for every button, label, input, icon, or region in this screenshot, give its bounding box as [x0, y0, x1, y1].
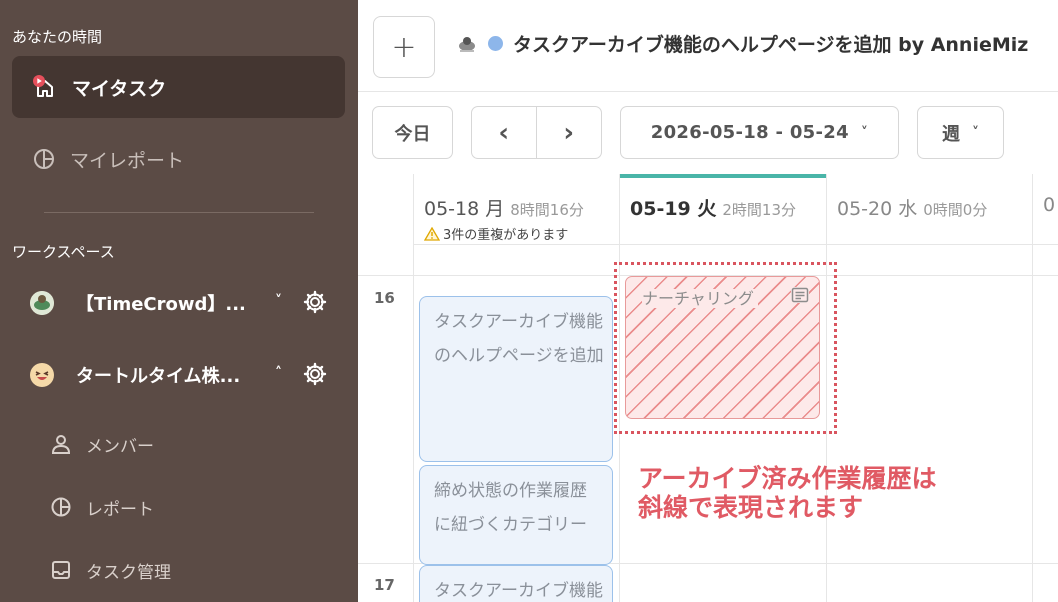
sidebar: あなたの時間 マイタスク マイレポート ワークスペース 【TimeCrowd】.…: [0, 0, 358, 602]
sidebar-item-label: マイタスク: [72, 77, 167, 100]
calendar-event[interactable]: タスクアーカイブ機能 のヘルプページを追加: [419, 296, 613, 462]
sidebar-item-my-tasks[interactable]: マイタスク: [12, 56, 345, 118]
category-dot: [488, 36, 503, 51]
workspace-turtletime[interactable]: タートルタイム株... ˄: [30, 355, 330, 395]
highlight-box: [614, 262, 837, 434]
section-workspace: ワークスペース: [12, 243, 115, 261]
day-header-mon[interactable]: 05-18 月 8時間16分 3件の重複があります: [413, 174, 619, 244]
chevron-down-icon: ˅: [972, 124, 979, 141]
section-your-time: あなたの時間: [12, 28, 103, 46]
task-title: タスクアーカイブ機能のヘルプページを追加 by AnnieMiz: [513, 34, 1029, 56]
sidebar-item-label: レポート: [86, 499, 154, 520]
workspace-name: タートルタイム株...: [76, 366, 241, 387]
day-date: 05-18 月: [424, 198, 505, 220]
view-value: 週: [942, 123, 960, 145]
event-title: タスクアーカイブ機能: [434, 581, 603, 601]
calendar-event[interactable]: タスクアーカイブ機能: [419, 565, 613, 602]
sidebar-item-task-management[interactable]: タスク管理: [50, 552, 171, 588]
add-task-button[interactable]: +: [373, 16, 435, 78]
week-nav: ‹ ›: [471, 106, 602, 159]
inbox-icon: [50, 559, 72, 581]
gear-icon[interactable]: [302, 361, 328, 387]
sidebar-item-label: メンバー: [86, 436, 154, 457]
gridline: [413, 244, 1058, 245]
view-select[interactable]: 週 ˅: [917, 106, 1004, 159]
running-task[interactable]: タスクアーカイブ機能のヘルプページを追加 by AnnieMiz: [456, 30, 1028, 57]
day-date: 05-19 火: [630, 198, 717, 220]
calendar-toolbar: 今日 ‹ › 2026-05-18 - 05-24 ˅ 週 ˅: [358, 92, 1058, 174]
week-calendar: 05-18 月 8時間16分 3件の重複があります 05-19 火 2時間13分 0…: [358, 174, 1058, 602]
annotation-text: アーカイブ済み作業履歴は 斜線で表現されます: [638, 464, 937, 522]
workspace-timecrowd[interactable]: 【TimeCrowd】... ˅: [30, 283, 330, 323]
sidebar-item-report[interactable]: レポート: [50, 489, 154, 525]
event-title: タスクアーカイブ機能: [434, 312, 603, 332]
day-date: 05-20 水: [837, 198, 918, 220]
chevron-down-icon[interactable]: ˅: [275, 293, 282, 309]
event-title: に紐づくカテゴリー: [434, 515, 587, 535]
day-header-thu[interactable]: 0: [1032, 174, 1058, 244]
day-header-wed[interactable]: 05-20 水 0時間0分: [826, 174, 1032, 244]
sidebar-item-members[interactable]: メンバー: [50, 426, 154, 462]
annotation-line: 斜線で表現されます: [638, 493, 864, 522]
hour-label: 17: [374, 576, 395, 594]
day-date: 0: [1043, 194, 1056, 216]
pie-chart-icon: [50, 496, 72, 518]
warning-text: 3件の重複があります: [443, 228, 569, 243]
chevron-up-icon[interactable]: ˄: [275, 365, 282, 381]
home-play-icon: [32, 74, 58, 100]
sidebar-item-my-report[interactable]: マイレポート: [12, 128, 345, 190]
laughing-face-icon: [30, 363, 54, 387]
calendar-event[interactable]: 締め状態の作業履歴 に紐づくカテゴリー: [419, 465, 613, 565]
main-panel: + タスクアーカイブ機能のヘルプページを追加 by AnnieMiz 今日 ‹ …: [358, 0, 1058, 602]
gear-icon[interactable]: [302, 289, 328, 315]
next-week-button[interactable]: ›: [537, 107, 602, 158]
turtle-logo-icon: [456, 33, 478, 55]
today-button[interactable]: 今日: [372, 106, 453, 159]
hour-label: 16: [374, 289, 395, 307]
pie-chart-icon: [32, 147, 56, 171]
day-header-tue[interactable]: 05-19 火 2時間13分: [619, 174, 826, 244]
day-duration: 8時間16分: [510, 201, 584, 219]
turtle-avatar-icon: [30, 291, 54, 315]
day-duration: 2時間13分: [722, 201, 797, 219]
chevron-down-icon: ˅: [860, 124, 869, 141]
warning-icon: [423, 226, 441, 241]
day-duration: 0時間0分: [923, 201, 988, 219]
user-icon: [50, 433, 72, 455]
event-title: のヘルプページを追加: [434, 346, 604, 366]
sidebar-item-label: タスク管理: [86, 562, 171, 583]
workspace-name: 【TimeCrowd】...: [76, 294, 246, 315]
date-range-value: 2026-05-18 - 05-24: [650, 122, 849, 143]
overlap-warning: 3件の重複があります: [423, 224, 619, 243]
sidebar-item-label: マイレポート: [70, 149, 185, 172]
topbar: + タスクアーカイブ機能のヘルプページを追加 by AnnieMiz: [358, 0, 1058, 92]
prev-week-button[interactable]: ‹: [472, 107, 537, 158]
annotation-line: アーカイブ済み作業履歴は: [638, 464, 937, 493]
sidebar-divider: [44, 212, 314, 213]
date-range-select[interactable]: 2026-05-18 - 05-24 ˅: [620, 106, 899, 159]
event-title: 締め状態の作業履歴: [434, 481, 587, 501]
